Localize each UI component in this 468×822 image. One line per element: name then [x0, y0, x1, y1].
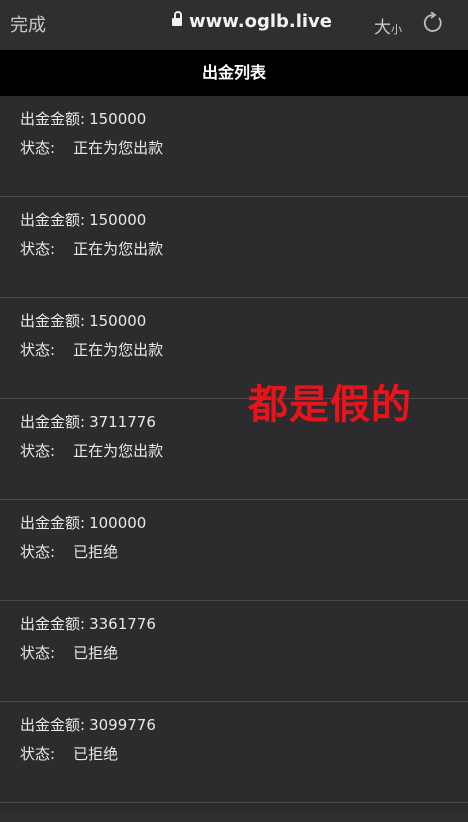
status-value: 正在为您出款 [73, 341, 164, 359]
amount-value: 3361776 [89, 615, 156, 633]
status-label: 状态: [20, 139, 56, 157]
lock-icon [172, 11, 182, 26]
list-item[interactable]: 出金金额: 150000 状态: 正在为您出款 [0, 96, 468, 197]
status-label: 状态: [20, 341, 56, 359]
status-label: 状态: [20, 240, 56, 258]
url-text: www.oglb.live [189, 11, 332, 32]
list-item[interactable]: 出金金额: 100000 状态: 已拒绝 [0, 500, 468, 601]
status-value: 已拒绝 [73, 745, 119, 763]
done-button[interactable]: 完成 [10, 11, 46, 37]
list-item[interactable]: 出金金额: 3361776 状态: 已拒绝 [0, 601, 468, 702]
browser-bottom-toolbar [0, 812, 468, 822]
amount-value: 150000 [89, 312, 147, 330]
status-label: 状态: [20, 644, 56, 662]
status-label: 状态: [20, 442, 56, 460]
list-item[interactable]: 出金金额: 3099776 状态: 已拒绝 [0, 702, 468, 803]
status-label: 状态: [20, 543, 56, 561]
list-item[interactable]: 出金金额: 150000 状态: 正在为您出款 [0, 197, 468, 298]
status-value: 已拒绝 [73, 543, 119, 561]
status-value: 已拒绝 [73, 644, 119, 662]
withdrawal-list: 出金金额: 150000 状态: 正在为您出款 出金金额: 150000 状态: 正在为… [0, 96, 468, 803]
amount-label: 出金金额: [20, 716, 86, 734]
amount-value: 100000 [89, 514, 147, 532]
status-label: 状态: [20, 745, 56, 763]
status-value: 正在为您出款 [73, 240, 164, 258]
amount-value: 3099776 [89, 716, 156, 734]
overlay-annotation: 都是假的 [248, 382, 412, 428]
browser-toolbar: 完成 www.oglb.live 大小 [0, 0, 468, 50]
reload-icon[interactable] [422, 12, 444, 34]
amount-value: 3711776 [89, 413, 156, 431]
text-size-small: 小 [391, 23, 402, 36]
page-title: 出金列表 [0, 50, 468, 96]
amount-label: 出金金额: [20, 312, 86, 330]
amount-value: 150000 [89, 211, 147, 229]
amount-label: 出金金额: [20, 211, 86, 229]
amount-label: 出金金额: [20, 615, 86, 633]
amount-value: 150000 [89, 110, 147, 128]
text-size-large: 大 [374, 18, 391, 38]
address-bar[interactable]: www.oglb.live [172, 11, 332, 32]
text-size-button[interactable]: 大小 [374, 13, 402, 38]
amount-label: 出金金额: [20, 514, 86, 532]
status-value: 正在为您出款 [73, 442, 164, 460]
amount-label: 出金金额: [20, 110, 86, 128]
amount-label: 出金金额: [20, 413, 86, 431]
status-value: 正在为您出款 [73, 139, 164, 157]
